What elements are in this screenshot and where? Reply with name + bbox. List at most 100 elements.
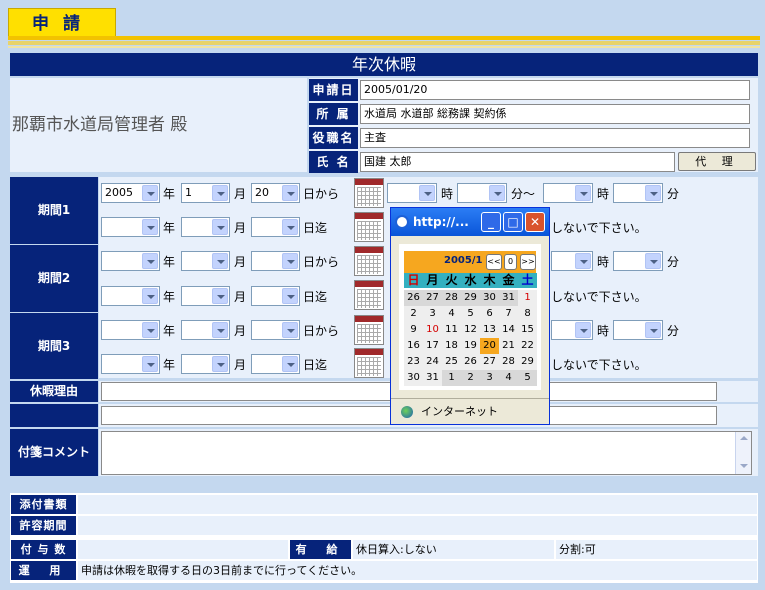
calendar-day[interactable]: 2 — [461, 370, 480, 386]
calendar-day[interactable]: 20 — [480, 338, 499, 354]
calendar-day[interactable]: 26 — [404, 290, 423, 306]
calendar-day[interactable]: 12 — [461, 322, 480, 338]
tab-apply[interactable]: 申請 — [8, 8, 116, 38]
calendar-popup-window[interactable]: http://... _ □ ✕ 2005/1 << 0 >> 日月火水木金土2… — [390, 207, 550, 425]
calendar-day[interactable]: 27 — [423, 290, 442, 306]
period-1-from-month-select[interactable]: 1 — [181, 183, 230, 203]
period-3-to-hour-select[interactable] — [551, 320, 593, 340]
calendar-day[interactable]: 19 — [461, 338, 480, 354]
period-3-from-month-select[interactable] — [181, 320, 230, 340]
chevron-down-icon — [282, 356, 298, 372]
calendar-day[interactable]: 9 — [404, 322, 423, 338]
period-3-from-year-select[interactable] — [101, 320, 160, 340]
calendar-day[interactable]: 11 — [442, 322, 461, 338]
affiliation-field[interactable]: 水道局 水道部 総務課 契約係 — [360, 104, 750, 124]
calendar-day[interactable]: 13 — [480, 322, 499, 338]
period-2-to-minute-select[interactable] — [613, 251, 663, 271]
calendar-icon[interactable] — [354, 246, 384, 276]
calendar-day[interactable]: 16 — [404, 338, 423, 354]
calendar-day[interactable]: 27 — [480, 354, 499, 370]
calendar-day[interactable]: 26 — [461, 354, 480, 370]
calendar-day[interactable]: 10 — [423, 322, 442, 338]
calendar-icon[interactable] — [354, 178, 384, 208]
calendar-day[interactable]: 8 — [518, 306, 537, 322]
calendar-month-label: 2005/1 — [444, 255, 483, 266]
popup-titlebar[interactable]: http://... _ □ ✕ — [391, 208, 549, 236]
calendar-day[interactable]: 3 — [480, 370, 499, 386]
calendar-icon[interactable] — [354, 212, 384, 242]
period-1-to-day-select[interactable] — [251, 217, 300, 237]
calendar-day[interactable]: 25 — [442, 354, 461, 370]
period-2-to-day-select[interactable] — [251, 286, 300, 306]
calendar-day[interactable]: 1 — [442, 370, 461, 386]
period-2-to-year-select[interactable] — [101, 286, 160, 306]
period-1-to-year-select[interactable] — [101, 217, 160, 237]
calendar-day[interactable]: 28 — [499, 354, 518, 370]
scroll-up-icon[interactable] — [740, 436, 748, 440]
calendar-day[interactable]: 5 — [461, 306, 480, 322]
close-button[interactable]: ✕ — [525, 212, 545, 232]
calendar-icon[interactable] — [354, 348, 384, 378]
period-3-from-day-select[interactable] — [251, 320, 300, 340]
chevron-down-icon — [645, 253, 661, 269]
calendar-day[interactable]: 30 — [404, 370, 423, 386]
calendar-day[interactable]: 18 — [442, 338, 461, 354]
calendar-day[interactable]: 29 — [461, 290, 480, 306]
calendar-day[interactable]: 7 — [499, 306, 518, 322]
calendar-day[interactable]: 17 — [423, 338, 442, 354]
maximize-button[interactable]: □ — [503, 212, 523, 232]
comment-textarea[interactable] — [101, 431, 752, 475]
period-2-from-month-select[interactable] — [181, 251, 230, 271]
period-3-to-year-select[interactable] — [101, 354, 160, 374]
period-1-from-minute-select[interactable] — [457, 183, 507, 203]
calendar-day[interactable]: 29 — [518, 354, 537, 370]
next-month-button[interactable]: >> — [520, 254, 536, 270]
calendar-day[interactable]: 6 — [480, 306, 499, 322]
period-2-from-year-select[interactable] — [101, 251, 160, 271]
scrollbar[interactable] — [735, 432, 751, 474]
period-1-to-hour-select[interactable] — [543, 183, 593, 203]
period-1-to-minute-select[interactable] — [613, 183, 663, 203]
calendar-icon[interactable] — [354, 315, 384, 345]
today-button[interactable]: 0 — [504, 254, 517, 270]
period-2-to-hour-select[interactable] — [551, 251, 593, 271]
chevron-down-icon — [489, 185, 505, 201]
calendar-day[interactable]: 31 — [423, 370, 442, 386]
period-1-from-hour-select[interactable] — [387, 183, 437, 203]
minimize-button[interactable]: _ — [481, 212, 501, 232]
prev-month-button[interactable]: << — [486, 254, 502, 270]
proxy-button[interactable]: 代 理 — [678, 152, 756, 171]
calendar-day[interactable]: 2 — [404, 306, 423, 322]
period-2-to-month-select[interactable] — [181, 286, 230, 306]
scroll-down-icon[interactable] — [740, 464, 748, 468]
period-3-to-day-select[interactable] — [251, 354, 300, 374]
period-2-from-day-select[interactable] — [251, 251, 300, 271]
calendar-day[interactable]: 4 — [442, 306, 461, 322]
period-1-from-day-select[interactable]: 20 — [251, 183, 300, 203]
calendar-day[interactable]: 1 — [518, 290, 537, 306]
calendar-day[interactable]: 5 — [518, 370, 537, 386]
calendar-day[interactable]: 21 — [499, 338, 518, 354]
calendar-day[interactable]: 23 — [404, 354, 423, 370]
calendar-day[interactable]: 24 — [423, 354, 442, 370]
calendar-day[interactable]: 28 — [442, 290, 461, 306]
period-3-to-minute-select[interactable] — [613, 320, 663, 340]
calendar-day[interactable]: 4 — [499, 370, 518, 386]
position-field[interactable]: 主査 — [360, 128, 750, 148]
chevron-down-icon — [645, 322, 661, 338]
calendar-day[interactable]: 3 — [423, 306, 442, 322]
calendar-day[interactable]: 31 — [499, 290, 518, 306]
period-3-to-month-select[interactable] — [181, 354, 230, 374]
apply-date-field[interactable]: 2005/01/20 — [360, 80, 750, 100]
calendar-day[interactable]: 22 — [518, 338, 537, 354]
name-field[interactable]: 国建 太郎 — [360, 152, 675, 172]
operation-label: 運 用 — [11, 561, 76, 580]
calendar-icon[interactable] — [354, 280, 384, 310]
period-1-to-month-select[interactable] — [181, 217, 230, 237]
calendar-day[interactable]: 15 — [518, 322, 537, 338]
header-divider — [8, 36, 760, 40]
period-1-from-year-select[interactable]: 2005 — [101, 183, 160, 203]
to-unit: 日迄 — [303, 221, 328, 235]
calendar-day[interactable]: 14 — [499, 322, 518, 338]
calendar-day[interactable]: 30 — [480, 290, 499, 306]
